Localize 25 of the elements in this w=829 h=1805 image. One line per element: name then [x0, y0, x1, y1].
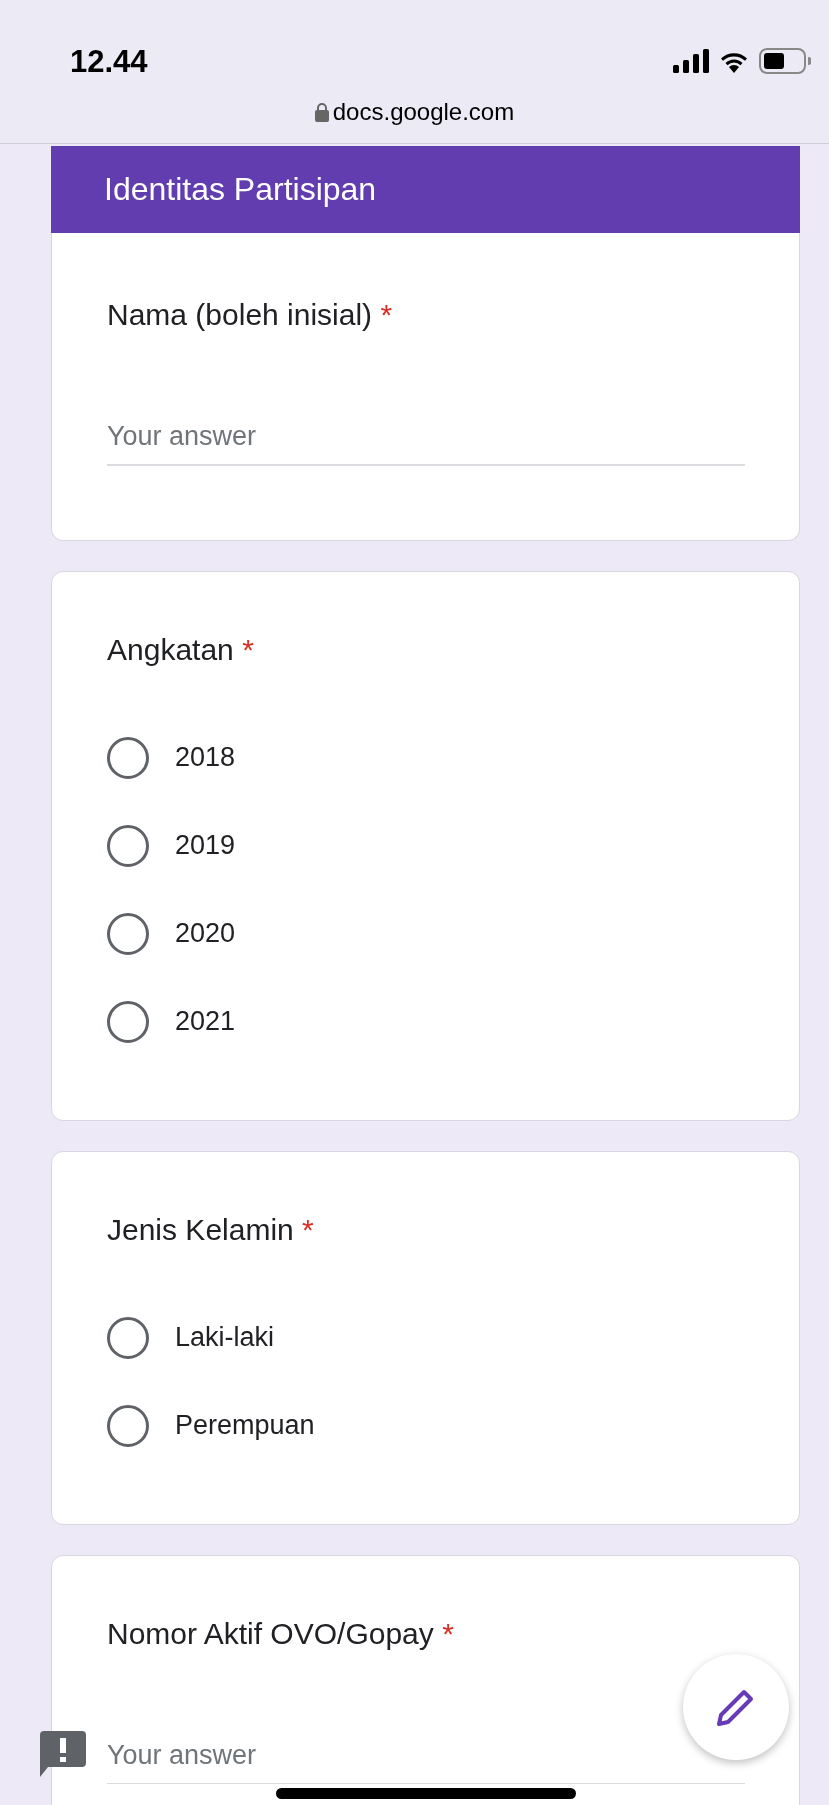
question-title: Nomor Aktif OVO/Gopay *: [107, 1615, 455, 1652]
option-label: 2020: [175, 918, 236, 949]
feedback-icon[interactable]: [40, 1731, 86, 1777]
section-title: Identitas Partisipan: [104, 171, 377, 208]
url-text[interactable]: docs.google.com: [332, 98, 515, 126]
option-label: 2021: [175, 1006, 236, 1037]
radio-button[interactable]: [107, 912, 149, 955]
input-field[interactable]: Your answer: [107, 421, 407, 464]
question-title: Angkatan *: [107, 631, 255, 668]
radio-button[interactable]: [107, 736, 149, 779]
option-label: 2018: [175, 742, 236, 773]
option-label: Perempuan: [175, 1410, 315, 1441]
signal-icon: [673, 49, 709, 73]
radio-button[interactable]: [107, 1316, 149, 1359]
question-title: Nama (boleh inisial) *: [107, 297, 394, 333]
lock-icon: [314, 102, 329, 122]
radio-button[interactable]: [107, 1404, 149, 1447]
battery-icon: [759, 48, 811, 74]
question-title: Jenis Kelamin *: [107, 1211, 315, 1248]
option-label: Laki-laki: [175, 1322, 275, 1353]
radio-button[interactable]: [107, 1000, 149, 1043]
radio-button[interactable]: [107, 824, 149, 867]
status-time: 12.44: [70, 44, 148, 80]
input-field[interactable]: Your answer: [107, 1739, 407, 1783]
option-label: 2019: [175, 830, 236, 861]
